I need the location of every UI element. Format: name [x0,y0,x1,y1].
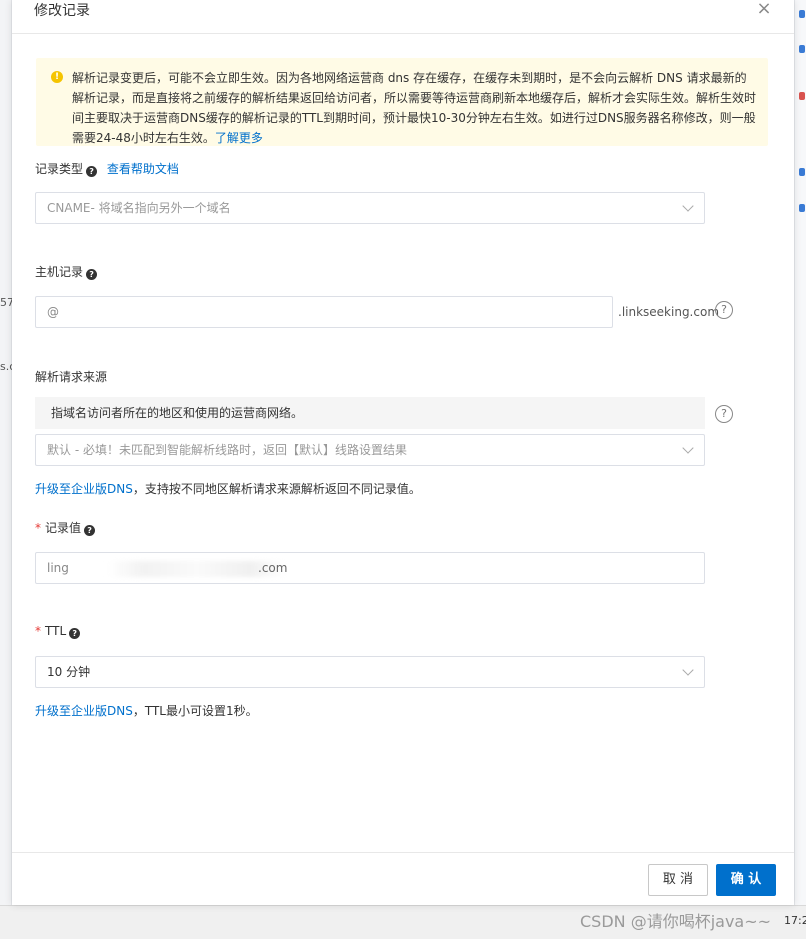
chevron-down-icon [682,664,694,676]
dialog-header: 修改记录 × [12,0,794,34]
background-right-panel [794,0,806,905]
record-value-label-row: * 记录值? [35,519,96,536]
background-mark [799,10,805,18]
ttl-select[interactable]: 10 分钟 [35,656,705,688]
background-mark [799,92,805,100]
source-hint: 指域名访问者所在的地区和使用的运营商网络。 [35,397,705,429]
help-circle-icon[interactable]: ? [715,405,733,423]
source-value: 默认 - 必填！未匹配到智能解析线路时，返回【默认】线路设置结果 [47,443,407,457]
background-mark [799,168,805,176]
chevron-down-icon [682,200,694,212]
background-left-panel: 57 s.c [0,0,15,905]
host-input[interactable]: @ [35,296,613,328]
chevron-down-icon [682,442,694,454]
domain-suffix: .linkseeking.com [618,305,720,319]
ttl-label-row: * TTL? [35,624,81,639]
dialog-footer: 取 消 确 认 [12,852,794,905]
taskbar-clock: 17:2 [784,914,806,927]
learn-more-link[interactable]: 了解更多 [215,131,263,145]
record-type-select[interactable]: CNAME- 将域名指向另外一个域名 [35,192,705,224]
csdn-watermark: CSDN @请你喝杯java~~ [580,912,772,931]
record-value-suffix: .com [258,561,288,575]
propagation-notice: ! 解析记录变更后，可能不会立即生效。因为各地网络运营商 dns 存在缓存，在缓… [36,58,768,146]
host-label-row: 主机记录? [35,263,98,280]
background-mark [799,45,805,53]
close-icon[interactable]: × [752,0,776,20]
source-select[interactable]: 默认 - 必填！未匹配到智能解析线路时，返回【默认】线路设置结果 [35,434,705,466]
edit-record-dialog: 修改记录 × ! 解析记录变更后，可能不会立即生效。因为各地网络运营商 dns … [12,0,794,905]
host-label: 主机记录 [35,265,84,279]
required-mark: * [35,521,41,535]
cancel-button[interactable]: 取 消 [648,864,708,896]
ttl-upgrade-text: ，TTL最小可设置1秒。 [132,704,258,718]
record-value-label: 记录值 [45,521,82,535]
record-type-label: 记录类型 [35,162,84,176]
source-upgrade-note: 升级至企业版DNS，支持按不同地区解析请求来源解析返回不同记录值。 [35,480,421,497]
question-icon[interactable]: ? [84,525,96,536]
ttl-label: TTL [45,624,67,638]
record-value-input[interactable]: ling .com [35,552,705,584]
dialog-title: 修改记录 [34,3,90,19]
record-type-value: CNAME- 将域名指向另外一个域名 [47,201,231,215]
source-upgrade-text: ，支持按不同地区解析请求来源解析返回不同记录值。 [132,482,421,496]
question-icon[interactable]: ? [69,628,81,639]
ttl-value: 10 分钟 [47,665,91,679]
host-value: @ [47,305,59,319]
upgrade-enterprise-link[interactable]: 升级至企业版DNS [35,704,133,718]
source-label: 解析请求来源 [35,370,108,384]
notice-text: 解析记录变更后，可能不会立即生效。因为各地网络运营商 dns 存在缓存，在缓存未… [72,71,757,145]
background-mark [799,204,805,212]
required-mark: * [35,624,41,638]
ttl-upgrade-note: 升级至企业版DNS，TTL最小可设置1秒。 [35,702,258,719]
question-icon[interactable]: ? [86,166,98,177]
help-circle-icon[interactable]: ? [715,301,733,319]
record-value-prefix: ling [47,561,69,575]
question-icon[interactable]: ? [86,269,98,280]
upgrade-enterprise-link[interactable]: 升级至企业版DNS [35,482,133,496]
record-type-label-row: 记录类型? 查看帮助文档 [35,160,179,177]
help-docs-link[interactable]: 查看帮助文档 [107,162,179,176]
warning-icon: ! [51,71,63,83]
confirm-button[interactable]: 确 认 [716,864,776,896]
